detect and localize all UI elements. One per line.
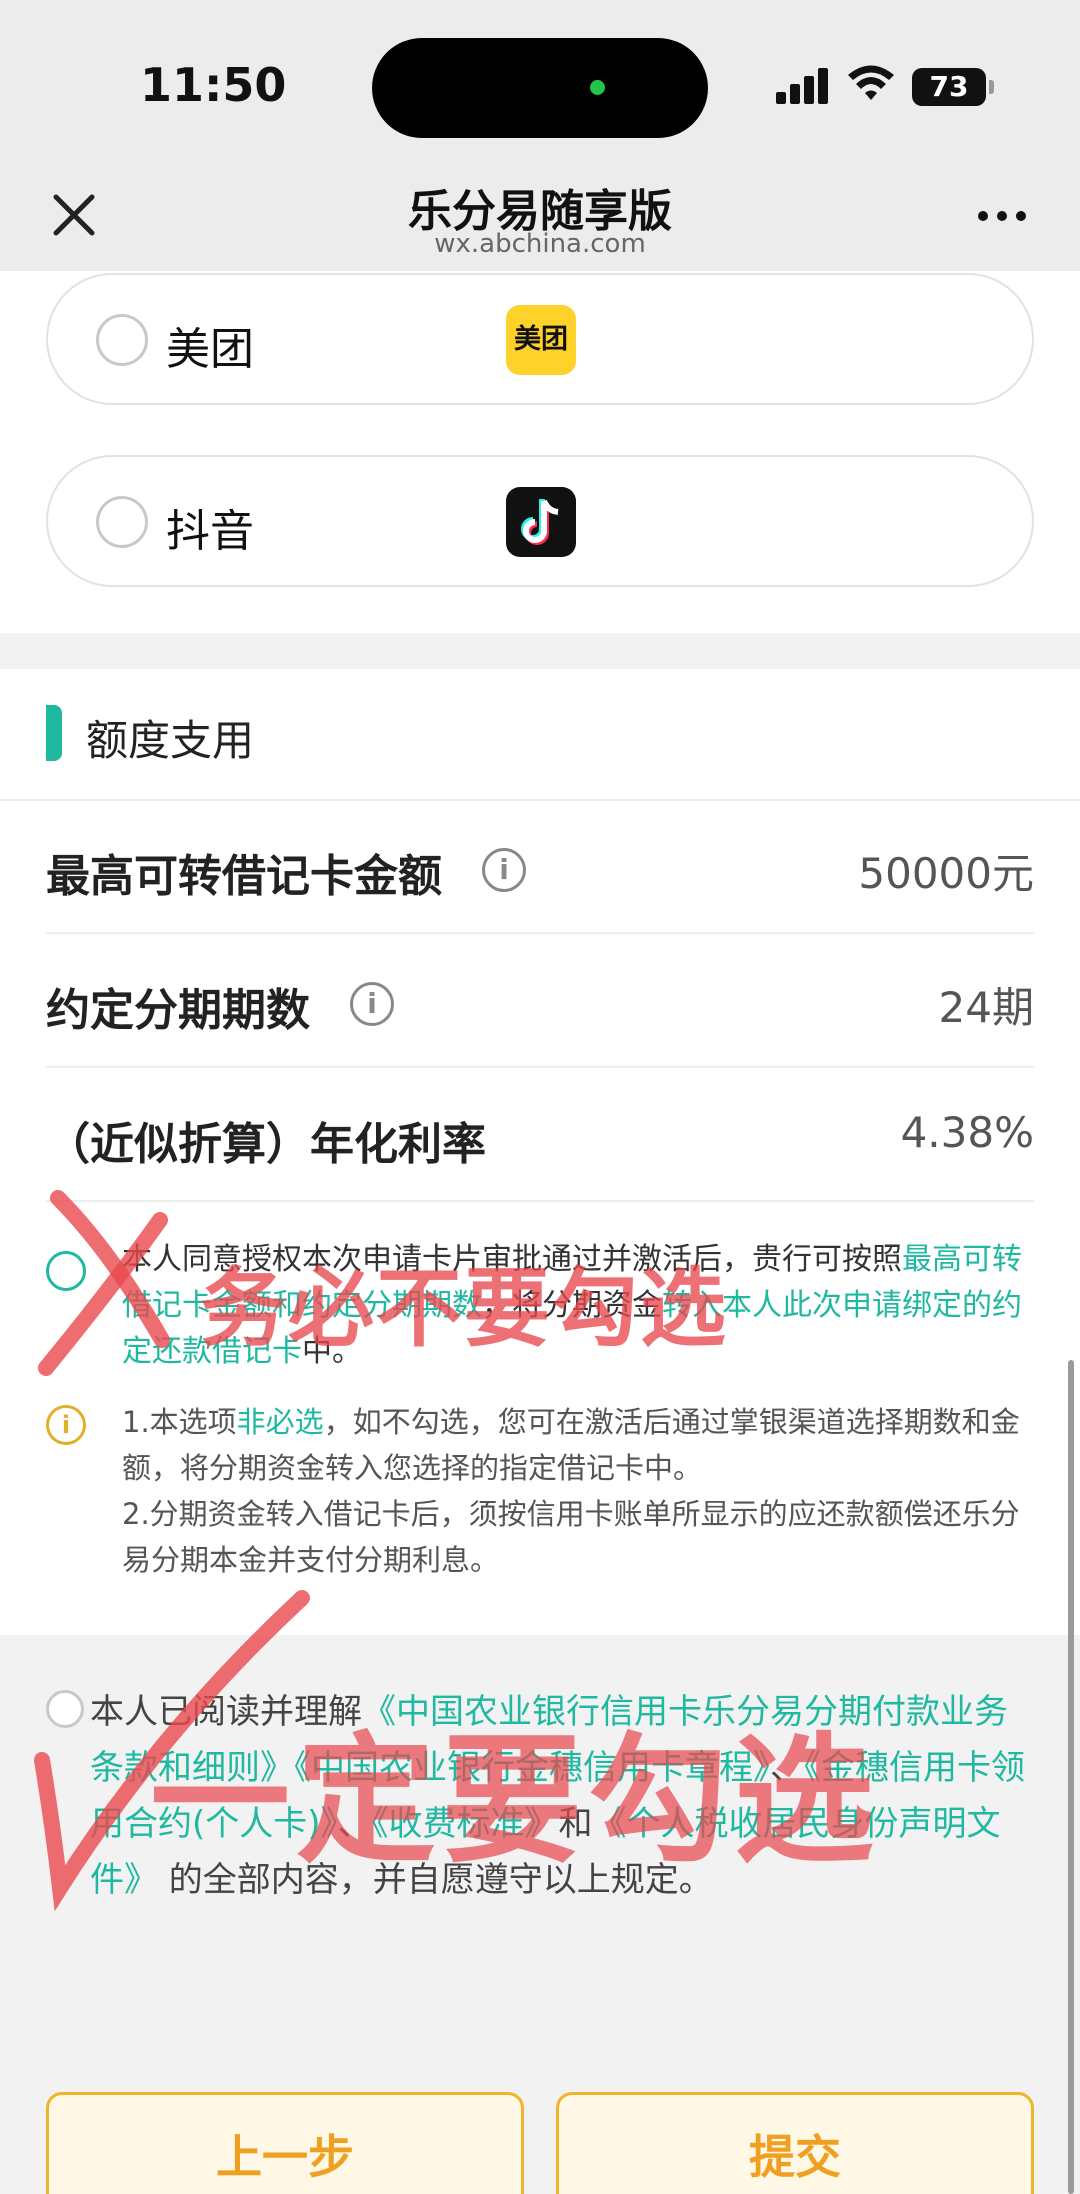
terms-consent-radio[interactable]: [46, 1690, 84, 1728]
submit-button[interactable]: 提交: [556, 2092, 1034, 2194]
terms-link[interactable]: 《中国农业银行金穗信用卡章程》: [294, 1748, 770, 1788]
row-annual-rate: （近似折算）年化利率 4.38%: [46, 1068, 1034, 1202]
terms-link[interactable]: 《收费标准》: [372, 1804, 559, 1844]
previous-step-button[interactable]: 上一步: [46, 2092, 524, 2194]
info-icon[interactable]: i: [482, 848, 526, 892]
douyin-logo-icon: [506, 487, 576, 557]
platform-option-meituan[interactable]: 美团 美团: [46, 273, 1034, 405]
camera-indicator-icon: [590, 80, 605, 95]
section-title: 额度支用: [86, 716, 255, 765]
terms-consent-text: 本人已阅读并理解《中国农业银行信用卡乐分易分期付款业务条款和细则》《中国农业银行…: [90, 1692, 1025, 1900]
status-bar: 11:50 73: [0, 0, 1080, 175]
info-icon[interactable]: i: [350, 982, 394, 1026]
row-max-transfer-amount: 最高可转借记卡金额 i 50000元: [46, 800, 1034, 934]
info-warning-icon: i: [46, 1405, 86, 1445]
page-url: wx.abchina.com: [434, 229, 646, 259]
meituan-logo-icon: 美团: [506, 305, 576, 375]
scrollbar[interactable]: [1068, 1360, 1074, 2194]
row-label: 最高可转借记卡金额: [46, 851, 442, 902]
row-label: （近似折算）年化利率: [46, 1119, 486, 1170]
cellular-signal-icon: [776, 68, 830, 104]
divider: [46, 1200, 1034, 1202]
dynamic-island: [372, 38, 708, 138]
radio-button[interactable]: [96, 496, 148, 548]
row-value: 50000元: [858, 849, 1034, 898]
section-gap: [0, 633, 1080, 669]
platform-option-douyin[interactable]: 抖音: [46, 455, 1034, 587]
platform-list: 美团 美团 抖音: [0, 271, 1080, 633]
quota-section: 额度支用 最高可转借记卡金额 i 50000元 约定分期期数 i 24期 （近似…: [0, 669, 1080, 1635]
more-options-icon[interactable]: [972, 197, 1032, 237]
wifi-icon: [848, 65, 894, 100]
battery-indicator: 73: [912, 68, 994, 106]
nav-bar: 乐分易随享版 wx.abchina.com: [0, 175, 1080, 271]
row-label: 约定分期期数: [46, 985, 310, 1036]
platform-label: 美团: [166, 324, 254, 375]
transfer-consent-text: 本人同意授权本次申请卡片审批通过并激活后，贵行可按照最高可转借记卡金额和约定分期…: [122, 1242, 1022, 1369]
status-time: 11:50: [140, 58, 287, 112]
platform-label: 抖音: [166, 506, 254, 557]
row-installment-periods: 约定分期期数 i 24期: [46, 934, 1034, 1068]
notice-text: 1.本选项非必选，如不勾选，您可在激活后通过掌银渠道选择期数和金额，将分期资金转…: [122, 1405, 1020, 1577]
row-value: 24期: [938, 983, 1034, 1032]
section-accent-bar: [46, 705, 62, 761]
transfer-consent-radio[interactable]: [46, 1251, 86, 1291]
radio-button[interactable]: [96, 314, 148, 366]
row-value: 4.38%: [900, 1108, 1034, 1157]
